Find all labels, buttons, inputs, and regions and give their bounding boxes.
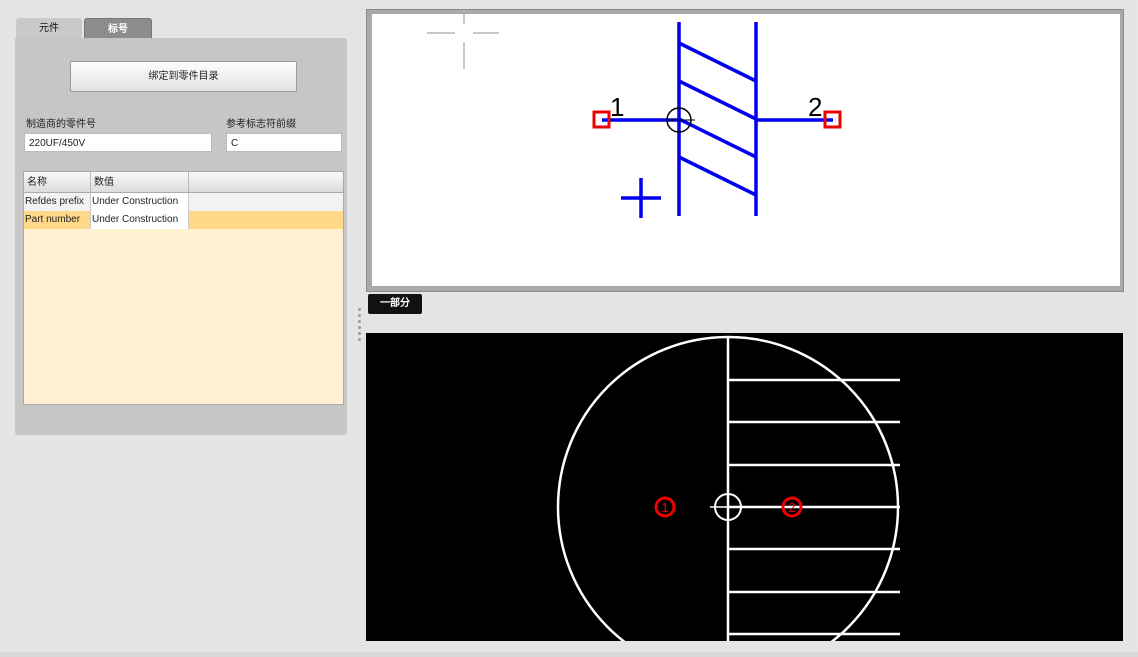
- pad-1-label: 1: [661, 500, 668, 515]
- tab-component[interactable]: 元件: [16, 18, 82, 38]
- refdes-prefix-field[interactable]: C: [226, 133, 342, 152]
- properties-grid: 名称 数值 Refdes prefix Under Construction P…: [23, 171, 344, 405]
- column-header-name[interactable]: 名称: [24, 172, 91, 192]
- row-value-cell[interactable]: Under Construction: [91, 193, 189, 211]
- footprint-drawing: 1 2: [556, 335, 900, 641]
- capacitor-symbol-drawing: 1 2: [427, 14, 842, 218]
- row-name-cell: Part number: [24, 211, 91, 229]
- status-strip: [0, 652, 1138, 657]
- component-panel: 绑定到零件目录 制造商的零件号 220UF/450V 参考标志符前缀 C 名称 …: [15, 38, 347, 435]
- mfr-part-number-label: 制造商的零件号: [26, 119, 96, 130]
- component-properties-pane: 元件 标号 绑定到零件目录 制造商的零件号 220UF/450V 参考标志符前缀…: [0, 0, 356, 652]
- row-name-cell: Refdes prefix: [24, 193, 91, 211]
- tab-label[interactable]: 标号: [84, 18, 152, 38]
- polarity-plus-icon: [621, 178, 661, 218]
- row-value-cell[interactable]: Under Construction: [91, 211, 189, 229]
- splitter-grip-dot: [358, 338, 361, 341]
- footprint-canvas[interactable]: 1 2: [366, 333, 1123, 641]
- symbol-canvas[interactable]: 1 2: [372, 14, 1120, 286]
- splitter-grip-dot: [358, 308, 361, 311]
- part-tab[interactable]: 一部分: [368, 294, 422, 314]
- grid-header: 名称 数值: [24, 172, 343, 193]
- column-header-value[interactable]: 数值: [91, 172, 189, 192]
- capacitor-symbol: [602, 22, 833, 216]
- crosshair-cursor-icon: [427, 14, 499, 69]
- splitter-grip-dot: [358, 332, 361, 335]
- pad-2-label: 2: [788, 500, 795, 515]
- splitter-grip-dot: [358, 314, 361, 317]
- bind-to-catalog-button[interactable]: 绑定到零件目录: [70, 61, 297, 92]
- pin-1-label: 1: [610, 92, 624, 122]
- pane-splitter[interactable]: [356, 0, 364, 652]
- table-row-selected[interactable]: Part number Under Construction: [24, 211, 343, 229]
- refdes-prefix-label: 参考标志符前缀: [226, 119, 296, 130]
- mfr-part-number-field[interactable]: 220UF/450V: [24, 133, 212, 152]
- splitter-grip-dot: [358, 320, 361, 323]
- splitter-grip-dot: [358, 326, 361, 329]
- pin-2-label: 2: [808, 92, 822, 122]
- symbol-preview-frame: 1 2: [366, 9, 1124, 292]
- table-row[interactable]: Refdes prefix Under Construction: [24, 193, 343, 211]
